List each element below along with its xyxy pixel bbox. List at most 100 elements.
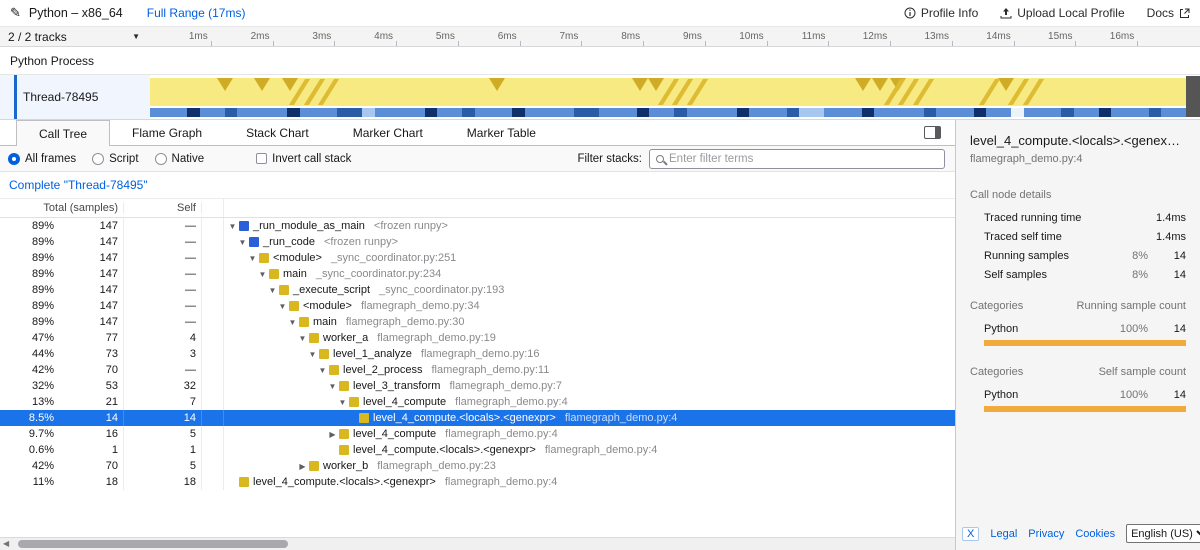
ruler-tick-filler: [1138, 27, 1200, 46]
footer-link-legal[interactable]: Legal: [990, 528, 1017, 540]
horizontal-scrollbar[interactable]: ◀: [0, 537, 955, 550]
function-location: flamegraph_demo.py:7: [449, 380, 562, 392]
total-percent: 89%: [0, 220, 54, 232]
call-tree-row[interactable]: 11%1818level_4_compute.<locals>.<genexpr…: [0, 474, 955, 490]
scrollbar-thumb[interactable]: [18, 540, 288, 548]
marker-slash-icon[interactable]: [979, 79, 1000, 105]
invert-call-stack-checkbox[interactable]: Invert call stack: [256, 153, 351, 165]
filter-stacks-input[interactable]: [669, 153, 938, 165]
tracks-dropdown-button[interactable]: 2 / 2 tracks ▼: [0, 27, 150, 46]
call-tree-row[interactable]: 0.6%11level_4_compute.<locals>.<genexpr>…: [0, 442, 955, 458]
call-tree-row[interactable]: 89%147—▼_run_code<frozen runpy>: [0, 234, 955, 250]
column-header-self[interactable]: Self: [124, 202, 202, 214]
tab-call-tree[interactable]: Call Tree: [16, 120, 110, 146]
call-tree-row[interactable]: 89%147—▼mainflamegraph_demo.py:30: [0, 314, 955, 330]
sample-segment: [649, 108, 674, 117]
category-gap-column: [202, 250, 224, 266]
twisty-icon[interactable]: ▶: [326, 430, 339, 439]
tab-stack-chart[interactable]: Stack Chart: [224, 120, 331, 145]
docs-link[interactable]: Docs: [1147, 6, 1190, 20]
marker-triangle-icon[interactable]: [489, 78, 505, 91]
call-tree-row[interactable]: 42%70—▼level_2_processflamegraph_demo.py…: [0, 362, 955, 378]
radio-all-frames[interactable]: All frames: [8, 153, 76, 165]
sample-segment: [749, 108, 786, 117]
thread-activity-graph[interactable]: [150, 75, 1186, 119]
tab-flame-graph[interactable]: Flame Graph: [110, 120, 224, 145]
twisty-icon[interactable]: ▼: [296, 334, 309, 343]
column-header-total[interactable]: Total (samples): [0, 202, 124, 214]
total-samples: 18: [54, 476, 123, 488]
upload-icon: [1000, 7, 1012, 19]
footer-link-cookies[interactable]: Cookies: [1075, 528, 1115, 540]
upload-profile-button[interactable]: Upload Local Profile: [1000, 6, 1124, 20]
category-square-icon: [279, 285, 289, 295]
sample-segment: [1074, 108, 1099, 117]
marker-triangle-icon[interactable]: [632, 78, 648, 91]
call-tree-row[interactable]: 8.5%1414level_4_compute.<locals>.<genexp…: [0, 410, 955, 426]
radio-native[interactable]: Native: [155, 153, 205, 165]
total-samples: 147: [54, 252, 123, 264]
breadcrumb: Complete "Thread-78495": [0, 172, 955, 198]
marker-triangle-icon[interactable]: [872, 78, 888, 91]
process-track-header[interactable]: Python Process: [0, 47, 1200, 75]
marker-triangle-icon[interactable]: [855, 78, 871, 91]
call-tree-row[interactable]: 89%147—▼main_sync_coordinator.py:234: [0, 266, 955, 282]
tab-marker-table[interactable]: Marker Table: [445, 120, 558, 145]
total-samples: 70: [54, 364, 123, 376]
call-tree-row[interactable]: 9.7%165▶level_4_computeflamegraph_demo.p…: [0, 426, 955, 442]
marker-triangle-icon[interactable]: [282, 78, 298, 91]
profile-info-label: Profile Info: [921, 6, 978, 20]
twisty-icon[interactable]: ▼: [236, 238, 249, 247]
marker-triangle-icon[interactable]: [254, 78, 270, 91]
twisty-icon[interactable]: ▼: [336, 398, 349, 407]
total-column: 8.5%14: [0, 410, 124, 426]
info-icon: [904, 7, 916, 19]
marker-triangle-icon[interactable]: [648, 78, 664, 91]
call-tree-row[interactable]: 47%774▼worker_aflamegraph_demo.py:19: [0, 330, 955, 346]
sidebar-toggle-button[interactable]: [924, 126, 941, 139]
self-column: 4: [124, 330, 202, 346]
twisty-icon[interactable]: ▼: [266, 286, 279, 295]
profile-info-button[interactable]: Profile Info: [904, 6, 978, 20]
call-tree-row[interactable]: 89%147—▼<module>_sync_coordinator.py:251: [0, 250, 955, 266]
footer-link-x[interactable]: X: [962, 527, 979, 541]
call-tree-row[interactable]: 32%5332▼level_3_transformflamegraph_demo…: [0, 378, 955, 394]
language-select[interactable]: English (US): [1126, 524, 1200, 543]
breadcrumb-complete-range[interactable]: Complete "Thread-78495": [9, 178, 148, 192]
twisty-icon[interactable]: ▼: [286, 318, 299, 327]
tab-marker-chart[interactable]: Marker Chart: [331, 120, 445, 145]
radio-script[interactable]: Script: [92, 153, 138, 165]
twisty-icon[interactable]: ▼: [316, 366, 329, 375]
twisty-icon[interactable]: ▼: [276, 302, 289, 311]
category-gap-column: [202, 314, 224, 330]
call-tree-row[interactable]: 89%147—▼<module>flamegraph_demo.py:34: [0, 298, 955, 314]
category-gap-column: [202, 330, 224, 346]
total-percent: 13%: [0, 396, 54, 408]
function-name: level_3_transform: [353, 380, 440, 392]
marker-triangle-icon[interactable]: [217, 78, 233, 91]
call-tree-row[interactable]: 42%705▶worker_bflamegraph_demo.py:23: [0, 458, 955, 474]
function-name: _execute_script: [293, 284, 370, 296]
category-row: Python100%14: [956, 319, 1200, 338]
twisty-icon[interactable]: ▼: [256, 270, 269, 279]
call-tree-row[interactable]: 89%147—▼_run_module_as_main<frozen runpy…: [0, 218, 955, 234]
function-location: <frozen runpy>: [324, 236, 398, 248]
scroll-left-arrow-icon[interactable]: ◀: [3, 539, 9, 548]
self-column: —: [124, 314, 202, 330]
footer-link-privacy[interactable]: Privacy: [1028, 528, 1064, 540]
twisty-icon[interactable]: ▶: [296, 462, 309, 471]
ruler-tick: 5ms: [397, 27, 459, 46]
function-location: flamegraph_demo.py:23: [377, 460, 496, 472]
call-tree-row[interactable]: 89%147—▼_execute_script_sync_coordinator…: [0, 282, 955, 298]
marker-triangle-icon[interactable]: [998, 78, 1014, 91]
twisty-icon[interactable]: ▼: [226, 222, 239, 231]
twisty-icon[interactable]: ▼: [326, 382, 339, 391]
call-tree-row[interactable]: 44%733▼level_1_analyzeflamegraph_demo.py…: [0, 346, 955, 362]
edit-profile-name-icon[interactable]: ✎: [10, 5, 21, 21]
function-location: flamegraph_demo.py:30: [346, 316, 465, 328]
twisty-icon[interactable]: ▼: [246, 254, 259, 263]
call-tree-row[interactable]: 13%217▼level_4_computeflamegraph_demo.py…: [0, 394, 955, 410]
thread-track-header[interactable]: Thread-78495: [0, 75, 150, 119]
full-range-button[interactable]: Full Range (17ms): [147, 6, 246, 20]
twisty-icon[interactable]: ▼: [306, 350, 319, 359]
